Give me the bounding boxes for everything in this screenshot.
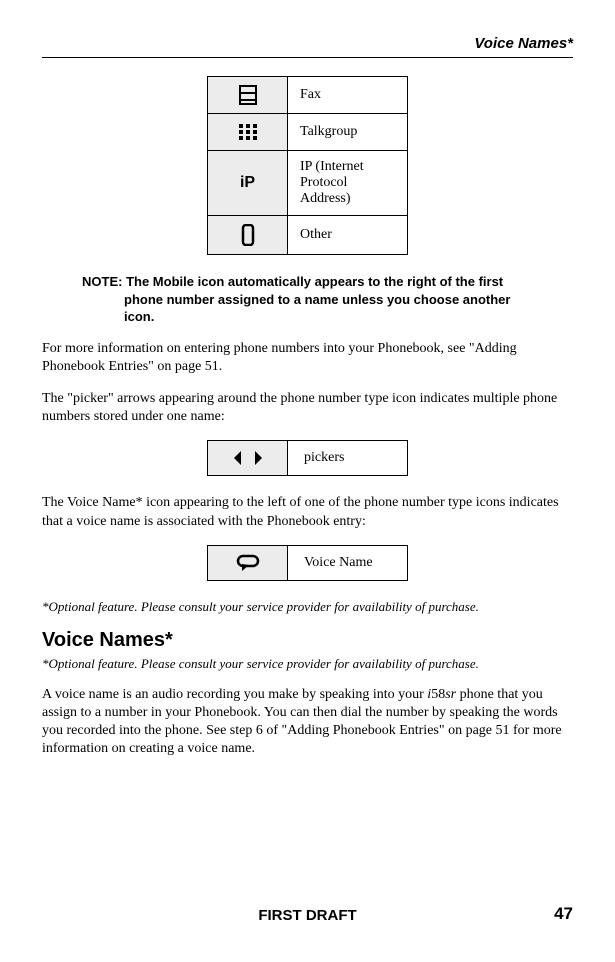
paragraph-3: The Voice Name* icon appearing to the le… bbox=[42, 494, 573, 530]
para4-part-a: A voice name is an audio recording you m… bbox=[42, 687, 427, 702]
pickers-table: pickers bbox=[207, 440, 408, 476]
page-number: 47 bbox=[554, 904, 573, 924]
table-row: Talkgroup bbox=[208, 114, 408, 151]
table-row: pickers bbox=[208, 441, 408, 476]
fax-label: Fax bbox=[288, 77, 408, 114]
ip-icon-cell: iP bbox=[208, 151, 288, 216]
other-label: Other bbox=[288, 216, 408, 255]
header-divider bbox=[42, 57, 573, 58]
paragraph-4: A voice name is an audio recording you m… bbox=[42, 686, 573, 759]
paragraph-1: For more information on entering phone n… bbox=[42, 340, 573, 376]
other-icon bbox=[241, 224, 255, 246]
note-text: The Mobile icon automatically appears to… bbox=[124, 274, 510, 324]
other-icon-cell bbox=[208, 216, 288, 255]
optional-footnote-2: *Optional feature. Please consult your s… bbox=[42, 656, 573, 672]
fax-icon-cell bbox=[208, 77, 288, 114]
optional-footnote-1: *Optional feature. Please consult your s… bbox=[42, 599, 573, 615]
pickers-label: pickers bbox=[288, 441, 408, 476]
voice-name-table: Voice Name bbox=[207, 545, 408, 581]
note-block: NOTE: The Mobile icon automatically appe… bbox=[82, 273, 533, 326]
model-sr: sr bbox=[445, 687, 456, 702]
table-row: iP IP (Internet Protocol Address) bbox=[208, 151, 408, 216]
voice-name-icon-cell bbox=[208, 545, 288, 580]
voice-name-icon bbox=[236, 554, 260, 572]
ip-label: IP (Internet Protocol Address) bbox=[288, 151, 408, 216]
pickers-icon-cell bbox=[208, 441, 288, 476]
table-row: Voice Name bbox=[208, 545, 408, 580]
running-header: Voice Names* bbox=[42, 35, 573, 52]
ip-icon: iP bbox=[240, 174, 255, 191]
table-row: Other bbox=[208, 216, 408, 255]
para4-model-rest: 58 bbox=[431, 687, 445, 702]
pickers-icon bbox=[233, 449, 263, 467]
icon-legend-table: Fax Talkgroup iP IP (Internet Protocol A… bbox=[207, 76, 408, 255]
fax-icon bbox=[237, 85, 259, 105]
paragraph-2: The "picker" arrows appearing around the… bbox=[42, 390, 573, 426]
talkgroup-icon-cell bbox=[208, 114, 288, 151]
talkgroup-icon bbox=[237, 122, 259, 142]
note-prefix: NOTE: bbox=[82, 274, 122, 289]
talkgroup-label: Talkgroup bbox=[288, 114, 408, 151]
table-row: Fax bbox=[208, 77, 408, 114]
section-heading: Voice Names* bbox=[42, 629, 573, 652]
footer-draft: FIRST DRAFT bbox=[42, 907, 573, 924]
voice-name-label: Voice Name bbox=[288, 545, 408, 580]
